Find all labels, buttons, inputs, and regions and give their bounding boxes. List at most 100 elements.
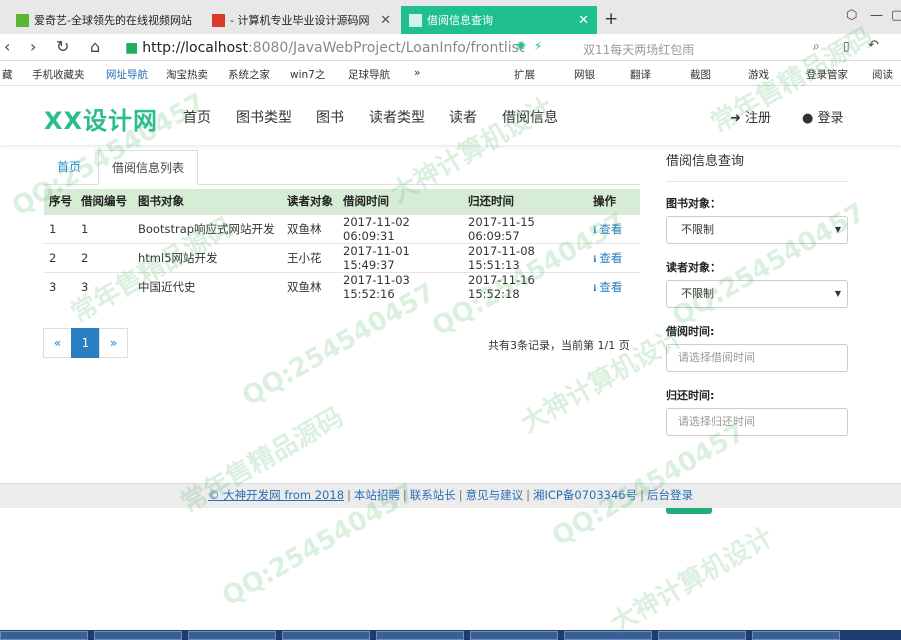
browser-tab-active[interactable]: 借阅信息查询 ✕ xyxy=(401,6,597,34)
cell-reader: 双鱼林 xyxy=(282,271,338,301)
shield-icon: ■ xyxy=(125,40,139,56)
taskbar-button[interactable] xyxy=(376,631,464,640)
view-link[interactable]: ℹ 查看 xyxy=(588,213,640,243)
column-header: 读者对象 xyxy=(282,189,338,214)
next-page-button[interactable]: » xyxy=(99,328,128,358)
nav-item-book[interactable]: 图书 xyxy=(316,107,344,127)
back-icon[interactable]: ‹ xyxy=(4,37,10,56)
url-path: :8080/JavaWebProject/LoanInfo/frontlist xyxy=(247,40,525,56)
return-time-input[interactable]: 请选择归还时间 xyxy=(666,408,848,436)
speed-icon[interactable]: ✺ xyxy=(516,39,526,53)
table-row: 1 1 Bootstrap响应式网站开发 双鱼林 2017-11-02 06:0… xyxy=(44,213,640,243)
undo-icon[interactable]: ↶ xyxy=(868,38,879,53)
view-link[interactable]: ℹ 查看 xyxy=(588,242,640,272)
bookmark-item[interactable]: 网银 xyxy=(574,67,595,82)
prev-page-button[interactable]: « xyxy=(43,328,72,358)
taskbar-button[interactable] xyxy=(282,631,370,640)
taskbar-button[interactable] xyxy=(188,631,276,640)
taskbar-button[interactable] xyxy=(0,631,88,640)
view-label: 查看 xyxy=(599,221,623,236)
info-icon: ℹ xyxy=(593,254,597,265)
os-taskbar xyxy=(0,630,901,640)
nav-item-home[interactable]: 首页 xyxy=(183,107,211,127)
nav-item-reader-type[interactable]: 读者类型 xyxy=(369,107,425,127)
footer-link-jobs[interactable]: 本站招聘 xyxy=(354,488,400,502)
chevron-down-icon: ▼ xyxy=(834,289,841,298)
book-filter-value: 不限制 xyxy=(681,223,714,236)
browser-tab-source[interactable]: - 计算机专业毕业设计源码网 ✕ xyxy=(204,6,399,34)
register-link[interactable]: ➜ 注册 xyxy=(730,107,771,126)
search-icon[interactable]: ⌕ xyxy=(813,39,820,54)
book-filter-label: 图书对象： xyxy=(666,197,721,210)
phone-icon[interactable]: ▯ xyxy=(843,39,850,53)
book-filter-select[interactable]: 不限制 ▼ xyxy=(666,216,848,244)
lightning-icon[interactable]: ⚡ xyxy=(534,39,542,53)
page-info: 共有3条记录，当前第 1/1 页 xyxy=(488,339,630,352)
refresh-icon[interactable]: ↻ xyxy=(56,37,69,56)
loan-time-input[interactable]: 请选择借阅时间 xyxy=(666,344,848,372)
minimize-icon[interactable]: — xyxy=(870,8,883,23)
reader-filter-select[interactable]: 不限制 ▼ xyxy=(666,280,848,308)
taskbar-button[interactable] xyxy=(752,631,840,640)
tab-loan-list[interactable]: 借阅信息列表 xyxy=(98,150,199,185)
bookmark-item[interactable]: 网址导航 xyxy=(106,67,148,82)
bookmark-item[interactable]: 系统之家 xyxy=(228,67,270,82)
content-tabs: 首页 借阅信息列表 xyxy=(44,150,640,185)
bookmark-item[interactable]: 淘宝热卖 xyxy=(166,67,208,82)
bookmark-item[interactable]: 截图 xyxy=(690,67,711,82)
close-icon[interactable]: ✕ xyxy=(578,13,589,28)
reader-filter-value: 不限制 xyxy=(681,287,714,300)
page-button-current[interactable]: 1 xyxy=(71,328,100,358)
close-icon[interactable]: ✕ xyxy=(380,13,391,28)
footer-link-contact[interactable]: 联系站长 xyxy=(410,488,456,502)
forward-icon[interactable]: › xyxy=(30,37,36,56)
restore-icon[interactable]: ▢ xyxy=(891,8,901,23)
browser-tab-iqiyi[interactable]: 爱奇艺-全球领先的在线视频网站 xyxy=(8,6,201,34)
view-link[interactable]: ℹ 查看 xyxy=(588,271,640,301)
bookmark-item[interactable]: win7之 xyxy=(290,67,325,82)
footer-link-admin[interactable]: 后台登录 xyxy=(647,488,693,502)
bookmark-item[interactable]: 藏 xyxy=(2,67,13,82)
tab-label: 爱奇艺-全球领先的在线视频网站 xyxy=(34,14,192,27)
cell-loan-id: 2 xyxy=(76,242,133,272)
taskbar-button[interactable] xyxy=(470,631,558,640)
tab-label: 借阅信息查询 xyxy=(427,14,493,27)
login-arrow-icon: ➜ xyxy=(730,111,741,126)
bookmark-item[interactable]: 翻译 xyxy=(630,67,651,82)
skin-icon[interactable]: ⬡ xyxy=(846,8,857,23)
search-hint[interactable]: 双11每天两场红包雨 xyxy=(583,41,694,58)
taskbar-button[interactable] xyxy=(94,631,182,640)
bookmark-item[interactable]: 扩展 xyxy=(514,67,535,82)
nav-item-loan-info[interactable]: 借阅信息 xyxy=(502,107,558,127)
bookmark-item[interactable]: 登录管家 xyxy=(806,67,848,82)
pagination: « 1 » xyxy=(43,328,128,358)
cell-loan-time: 2017-11-02 06:09:31 xyxy=(338,213,463,243)
url-field[interactable]: ■ http://localhost:8080/JavaWebProject/Lo… xyxy=(125,40,524,56)
bookmark-item[interactable]: 手机收藏夹 xyxy=(32,67,85,82)
cell-book: html5网站开发 xyxy=(133,242,282,272)
cell-book: 中国近代史 xyxy=(133,271,282,301)
site-logo[interactable]: XX设计网 xyxy=(44,101,158,136)
watermark-brand: 大神计算机设计 xyxy=(515,322,689,440)
cell-index: 2 xyxy=(44,242,76,272)
iqiyi-icon xyxy=(16,13,29,27)
taskbar-button[interactable] xyxy=(564,631,652,640)
footer-link-icp[interactable]: 湘ICP备0703346号 xyxy=(533,488,637,502)
nav-item-reader[interactable]: 读者 xyxy=(449,107,477,127)
new-tab-button[interactable]: + xyxy=(604,9,618,29)
column-header: 借阅时间 xyxy=(338,189,463,214)
bookmark-item[interactable]: 足球导航 xyxy=(348,67,390,82)
nav-item-book-type[interactable]: 图书类型 xyxy=(236,107,292,127)
tab-home[interactable]: 首页 xyxy=(44,150,94,185)
footer-link-copyright[interactable]: © 大神开发网 from 2018 xyxy=(208,488,344,502)
view-label: 查看 xyxy=(599,250,623,265)
login-link[interactable]: ● 登录 xyxy=(802,107,844,126)
cell-reader: 双鱼林 xyxy=(282,213,338,243)
taskbar-button[interactable] xyxy=(658,631,746,640)
bookmark-item[interactable]: 阅读 xyxy=(872,67,893,82)
footer-link-feedback[interactable]: 意见与建议 xyxy=(466,488,524,502)
bookmark-item[interactable]: » xyxy=(414,67,420,79)
query-sidebar: 借阅信息查询 图书对象： 不限制 ▼ 读者对象： 不限制 ▼ 借阅时间: 请选择… xyxy=(666,150,848,514)
bookmark-item[interactable]: 游戏 xyxy=(748,67,769,82)
home-icon[interactable]: ⌂ xyxy=(90,37,100,56)
